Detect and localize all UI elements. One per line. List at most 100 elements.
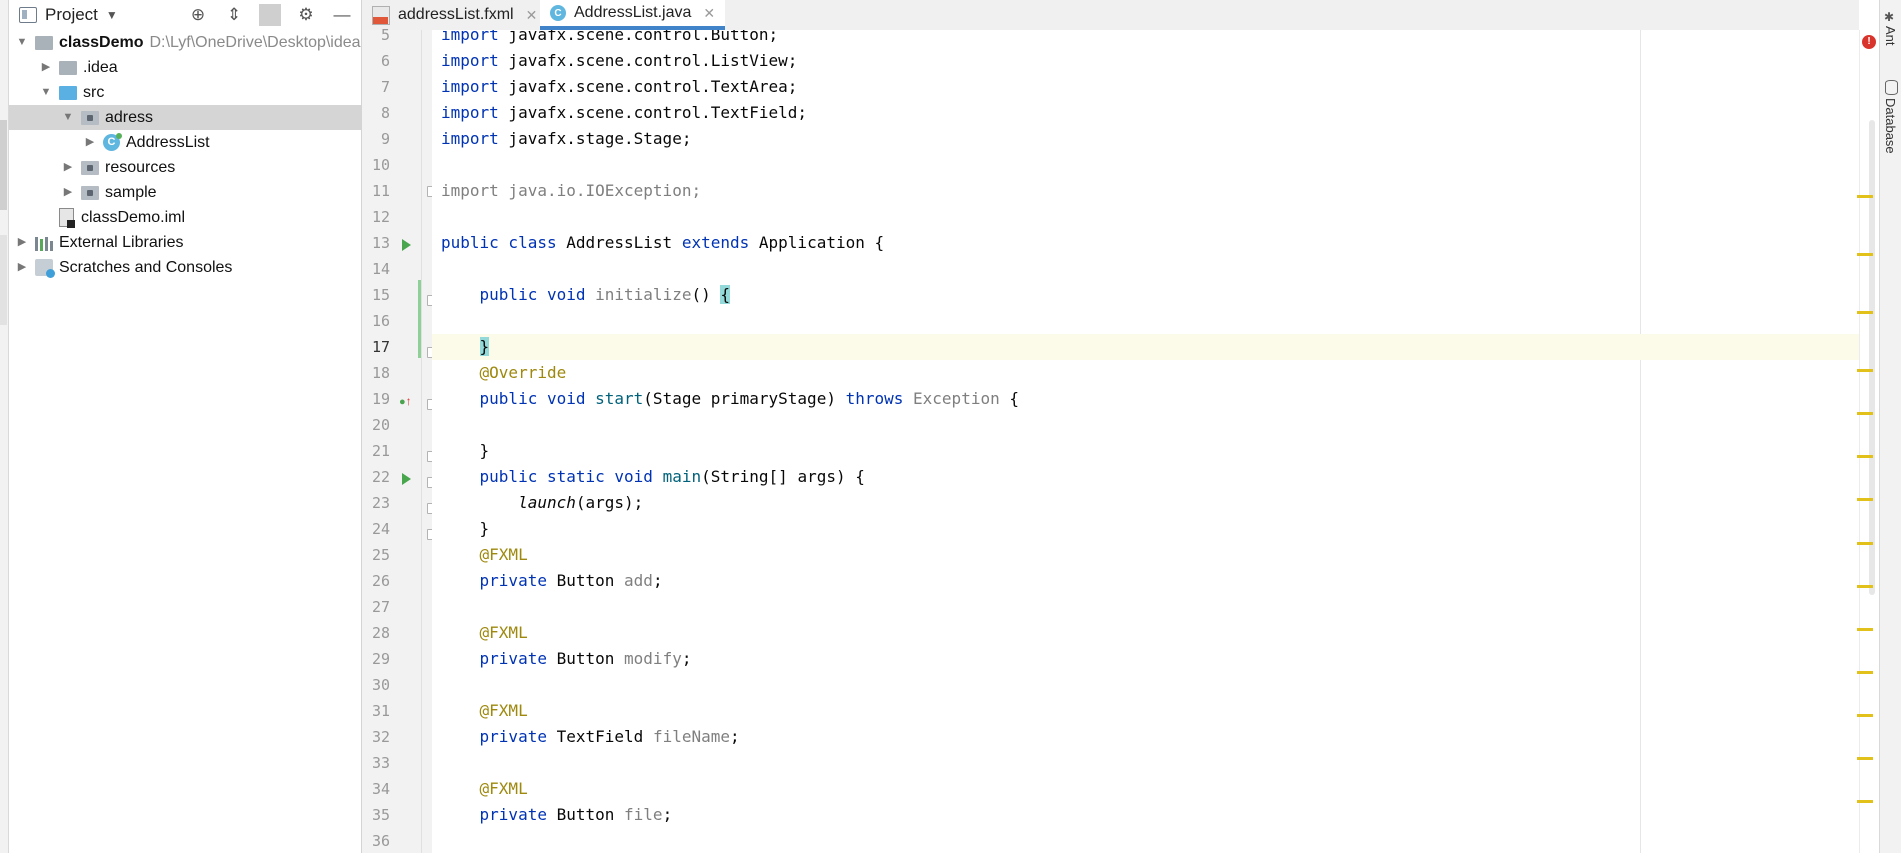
chevron-right-icon[interactable]: ▶	[15, 230, 29, 255]
project-tool-window-button[interactable]	[0, 120, 7, 210]
code-line-8[interactable]: import javafx.scene.control.TextField;	[432, 100, 1859, 126]
warning-stripe-mark[interactable]	[1857, 195, 1873, 198]
code-line-19[interactable]: public void start(Stage primaryStage) th…	[432, 386, 1859, 412]
chevron-right-icon[interactable]: ▶	[15, 255, 29, 280]
tree-item-sample[interactable]: ▶ sample	[9, 180, 361, 205]
code-line-15[interactable]: public void initialize() {	[432, 282, 1859, 308]
ant-tool-button[interactable]: Ant	[1883, 26, 1898, 46]
code-line-25[interactable]: @FXML	[432, 542, 1859, 568]
chevron-down-icon[interactable]: ▼	[106, 8, 118, 22]
warning-stripe-mark[interactable]	[1857, 671, 1873, 674]
warning-stripe-mark[interactable]	[1857, 800, 1873, 803]
chevron-down-icon[interactable]: ▼	[39, 80, 53, 105]
code-text: }	[479, 441, 490, 460]
warning-stripe-mark[interactable]	[1857, 498, 1873, 501]
code-line-17[interactable]: }	[432, 334, 1859, 360]
unused-import: import java.io.IOException;	[441, 181, 702, 200]
code-line-11[interactable]: import java.io.IOException;	[432, 178, 1859, 204]
code-line-35[interactable]: private Button file;	[432, 802, 1859, 828]
unused-type: Exception	[903, 389, 1000, 408]
vertical-scrollbar-thumb[interactable]	[1869, 120, 1875, 595]
tree-item-adress[interactable]: ▼ adress	[9, 105, 361, 130]
tree-item-scratches[interactable]: ▶ Scratches and Consoles	[9, 255, 361, 280]
warning-stripe-mark[interactable]	[1857, 757, 1873, 760]
project-title[interactable]: Project	[45, 5, 98, 25]
code-line-9[interactable]: import javafx.stage.Stage;	[432, 126, 1859, 152]
chevron-right-icon[interactable]: ▶	[39, 55, 53, 80]
warning-stripe-mark[interactable]	[1857, 455, 1873, 458]
tree-item-resources[interactable]: ▶ resources	[9, 155, 361, 180]
warning-stripe-mark[interactable]	[1857, 628, 1873, 631]
warning-stripe-mark[interactable]	[1857, 714, 1873, 717]
code-text: ()	[691, 285, 721, 304]
code-line-18[interactable]: @Override	[432, 360, 1859, 386]
keyword: public	[441, 233, 499, 252]
code-line-32[interactable]: private TextField fileName;	[432, 724, 1859, 750]
library-icon	[35, 235, 53, 251]
database-icon	[1885, 80, 1898, 95]
minimize-icon[interactable]: —	[331, 4, 353, 26]
warning-stripe-mark[interactable]	[1857, 253, 1873, 256]
chevron-right-icon[interactable]: ▶	[61, 180, 75, 205]
warning-stripe-mark[interactable]	[1857, 542, 1873, 545]
code-line-28[interactable]: @FXML	[432, 620, 1859, 646]
chevron-down-icon[interactable]: ▼	[15, 30, 29, 55]
gear-icon[interactable]: ⚙	[295, 4, 317, 26]
keyword: private	[479, 805, 547, 824]
warning-stripe-mark[interactable]	[1857, 311, 1873, 314]
tree-item-classdemo-iml[interactable]: classDemo.iml	[9, 205, 361, 230]
structure-tool-window-button[interactable]	[0, 235, 7, 325]
tree-item-idea[interactable]: ▶ .idea	[9, 55, 361, 80]
code-line-29[interactable]: private Button modify;	[432, 646, 1859, 672]
annotation: @FXML	[479, 701, 528, 720]
line-number: 11	[371, 182, 390, 200]
code-text: }	[479, 519, 490, 538]
code-line-31[interactable]: @FXML	[432, 698, 1859, 724]
run-class-icon[interactable]	[402, 239, 411, 251]
collapse-all-icon[interactable]: ⇕	[223, 4, 245, 26]
code-line-26[interactable]: private Button add;	[432, 568, 1859, 594]
locate-icon[interactable]: ⊕	[187, 4, 209, 26]
tree-item-classdemo[interactable]: ▼ classDemo D:\Lyf\OneDrive\Desktop\idea	[9, 30, 361, 55]
code-line-34[interactable]: @FXML	[432, 776, 1859, 802]
database-tool-button[interactable]: Database	[1883, 98, 1898, 154]
editor-gutter[interactable]: 5 6 7 8 9 10 11 12 13 14 15 16 17 18 19 20 21 22 23 24 25 26 2…	[362, 26, 437, 853]
warning-stripe-mark[interactable]	[1857, 369, 1873, 372]
error-indicator-icon[interactable]: !	[1862, 35, 1876, 49]
code-text: javafx.scene.control.TextField;	[498, 103, 808, 122]
keyword: import	[441, 129, 499, 148]
tree-item-external-libraries[interactable]: ▶ External Libraries	[9, 230, 361, 255]
code-line-7[interactable]: import javafx.scene.control.TextArea;	[432, 74, 1859, 100]
close-icon[interactable]: ✕	[526, 7, 538, 24]
chevron-right-icon[interactable]: ▶	[83, 130, 97, 155]
code-editor[interactable]: import javafx.scene.control.Button; impo…	[432, 30, 1859, 853]
code-line-6[interactable]: import javafx.scene.control.ListView;	[432, 48, 1859, 74]
unused-field: file	[624, 805, 663, 824]
code-text: ;	[681, 649, 692, 668]
tree-item-label: classDemo	[59, 34, 144, 51]
code-line-13[interactable]: public class AddressList extends Applica…	[432, 230, 1859, 256]
line-number: 35	[371, 806, 390, 824]
chevron-right-icon[interactable]: ▶	[61, 155, 75, 180]
line-number: 7	[380, 78, 390, 96]
code-text: ;	[662, 805, 673, 824]
change-marker[interactable]	[418, 280, 421, 358]
override-method-icon[interactable]: ●↑	[399, 394, 412, 408]
tab-addresslist-java[interactable]: C AddressList.java ✕	[540, 0, 726, 30]
close-icon[interactable]: ✕	[703, 5, 715, 22]
run-main-icon[interactable]	[402, 473, 411, 485]
code-line-5[interactable]: import javafx.scene.control.Button;	[432, 30, 1859, 48]
code-line-21[interactable]: }	[432, 438, 1859, 464]
code-line-23[interactable]: launch(args);	[432, 490, 1859, 516]
project-tree: ▼ classDemo D:\Lyf\OneDrive\Desktop\idea…	[9, 30, 361, 280]
tree-item-src[interactable]: ▼ src	[9, 80, 361, 105]
tree-item-label: classDemo.iml	[81, 209, 186, 226]
code-line-24[interactable]: }	[432, 516, 1859, 542]
chevron-down-icon[interactable]: ▼	[61, 105, 75, 130]
warning-stripe-mark[interactable]	[1857, 585, 1873, 588]
tree-item-addresslist[interactable]: ▶ C AddressList	[9, 130, 361, 155]
warning-stripe-mark[interactable]	[1857, 412, 1873, 415]
code-line-22[interactable]: public static void main(String[] args) {	[432, 464, 1859, 490]
